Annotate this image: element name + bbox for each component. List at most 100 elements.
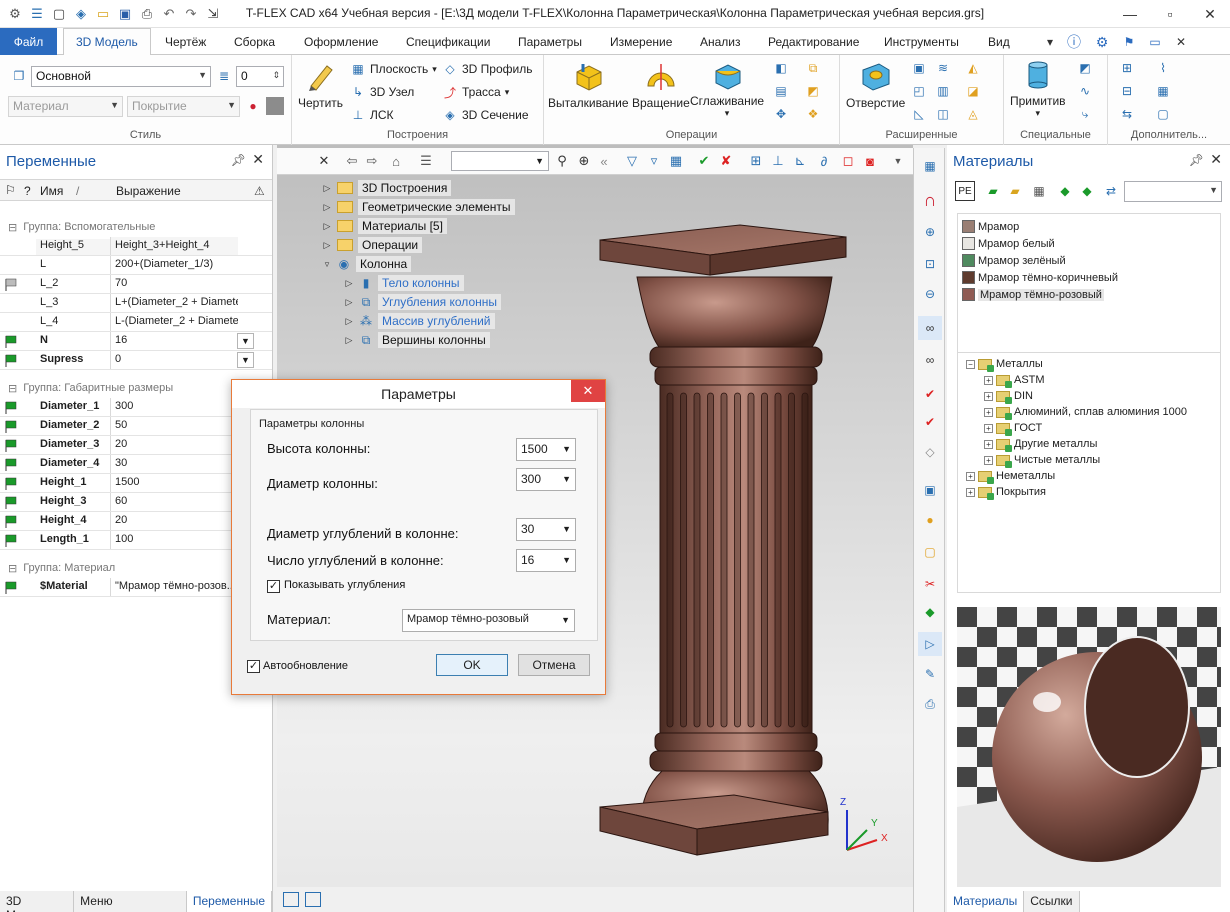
material-combo[interactable]: Материал ▼ [8,96,123,117]
help-icon[interactable]: ⓘ [1060,32,1088,52]
variable-name[interactable]: N [36,334,110,350]
flag-icon[interactable] [4,278,18,291]
tab-specifications[interactable]: Спецификации [406,28,490,55]
zoom-fit-icon[interactable]: ⊖ [918,282,942,306]
print-icon[interactable]: ⎙ [136,3,158,25]
box-view-icon[interactable]: ▣ [918,478,942,502]
home-icon[interactable]: ⌂ [387,152,405,170]
link-icon[interactable]: ⇄ [1101,181,1121,201]
catalog-node[interactable]: + ASTM [984,372,1045,388]
dialog-close-button[interactable]: ✕ [571,380,605,402]
tree-node[interactable]: ▷ Материалы [5] [321,217,447,235]
node-snap-icon[interactable]: ⊾ [791,152,809,170]
menu-icon[interactable]: ☰ [26,3,48,25]
link-icon[interactable]: ⇆ [1118,105,1136,123]
variable-expression[interactable]: 60 [110,493,238,511]
target-icon[interactable]: ⊕ [575,152,593,170]
material-list-item[interactable]: Мрамор [962,218,1019,235]
glasses-icon[interactable]: ∞ [918,316,942,340]
expand-icon[interactable]: + [984,375,993,385]
profile3d-button[interactable]: ◇ 3D Профиль [442,59,532,79]
window-tile-icon[interactable] [283,892,299,907]
properties-icon[interactable]: PE [955,181,975,201]
rotate-button[interactable]: Вращение [632,59,690,117]
tab-links[interactable]: Ссылки [1024,891,1080,912]
new-3d-icon[interactable]: ◈ [70,3,92,25]
variable-name[interactable]: Diameter_1 [36,400,110,416]
flag-icon[interactable] [4,477,18,490]
tree-node[interactable]: ▷ ⁂ Массив углублений [343,312,495,330]
thread-icon[interactable]: ▣ [910,59,928,77]
stamp-icon[interactable]: ◬ [964,105,982,123]
window-split-icon[interactable] [305,892,321,907]
grid-snap-icon[interactable]: ⊞ [747,152,765,170]
variable-name[interactable]: Height_3 [36,495,110,511]
flag-icon[interactable] [4,420,18,433]
tab-edit[interactable]: Редактирование [768,28,859,55]
trace-button[interactable]: ⤴ Трасса ▾ [442,82,509,102]
collapse-icon[interactable]: − [966,359,975,369]
glasses-alt-icon[interactable]: ∞ [918,348,942,372]
variable-name[interactable]: Diameter_3 [36,438,110,454]
groove-diameter-combo[interactable]: 30 ▼ [516,518,576,541]
expand-icon[interactable]: + [984,423,993,433]
collapse-icon[interactable]: « [595,152,613,170]
flag-icon[interactable] [4,581,18,594]
table-icon[interactable]: ▦ [1154,82,1172,100]
variable-expression[interactable]: 1500 [110,474,238,492]
catalog-node[interactable]: + DIN [984,388,1033,404]
tab-3d-model[interactable]: 3D Модель [63,28,151,56]
tab-drawing[interactable]: Чертёж [165,28,206,55]
node3d-button[interactable]: ↳ 3D Узел [350,82,414,102]
tree-node[interactable]: ▷ ⧉ Вершины колонны [343,331,490,349]
expand-icon[interactable]: + [984,407,993,417]
import-icon[interactable]: ◆ [1055,181,1075,201]
color-palette-icon[interactable]: ● [244,97,262,115]
expand-arrow-icon[interactable]: ▿ [321,259,333,270]
variable-expression[interactable]: L-(Diameter_2 + Diameter_... [110,313,238,331]
tab-file[interactable]: Файл [0,28,57,55]
variable-name[interactable]: L [36,258,110,274]
variable-name[interactable]: L_3 [36,296,110,312]
collapse-icon[interactable]: ⊟ [8,382,17,395]
extrude-button[interactable]: Выталкивание [548,59,629,117]
tab-tools[interactable]: Инструменты [884,28,959,55]
export-icon[interactable]: ◆ [1077,181,1097,201]
groove-count-combo[interactable]: 16 ▼ [516,549,576,572]
variable-expression[interactable]: L+(Diameter_2 + Diameter_... [110,294,238,312]
variable-name[interactable]: Diameter_2 [36,419,110,435]
section-cut-icon[interactable]: ✂ [918,572,942,596]
tree-node[interactable]: ▿ ◉ Колонна [321,255,412,273]
rib-icon[interactable]: ◭ [964,59,982,77]
shell-icon[interactable]: ❖ [804,105,822,123]
catalog-node[interactable]: + Покрытия [966,484,1046,500]
tab-design[interactable]: Оформление [304,28,378,55]
frame-icon[interactable]: ▢ [1154,105,1172,123]
collapse-icon[interactable]: ⊟ [8,562,17,575]
save-icon[interactable]: ▣ [114,3,136,25]
flag-icon[interactable] [4,297,18,310]
flag-icon[interactable] [4,316,18,329]
curve-snap-icon[interactable]: ∂ [815,152,833,170]
yellow-box-icon[interactable]: ▢ [918,540,942,564]
primitives-button[interactable]: Примитив ▾ [1010,59,1066,118]
spring-icon[interactable]: ≋ [934,59,952,77]
tab-variables[interactable]: Переменные [186,891,272,912]
transform-icon[interactable]: ✥ [772,105,790,123]
catalog-node[interactable]: + Другие металлы [984,436,1097,452]
tab-analysis[interactable]: Анализ [700,28,741,55]
tab-view[interactable]: Вид [988,28,1010,55]
surface-icon[interactable]: ◩ [1076,59,1094,77]
tree-filter-combo[interactable]: ▼ [451,151,549,171]
variable-name[interactable]: Height_5 [36,239,110,255]
autoupdate-checkbox[interactable]: ✓ [247,660,260,673]
variable-name[interactable]: Height_4 [36,514,110,530]
curve-icon[interactable]: ∿ [1076,82,1094,100]
export-icon[interactable]: ⇲ [202,3,224,25]
material-combo[interactable]: Мрамор тёмно-розовый ▼ [402,609,575,632]
expand-arrow-icon[interactable]: ▷ [321,202,333,213]
variable-expression[interactable]: 50 [110,417,238,435]
chamfer-icon[interactable]: ◺ [910,105,928,123]
flag-icon[interactable] [4,401,18,414]
measure-icon[interactable]: ⊟ [1118,82,1136,100]
